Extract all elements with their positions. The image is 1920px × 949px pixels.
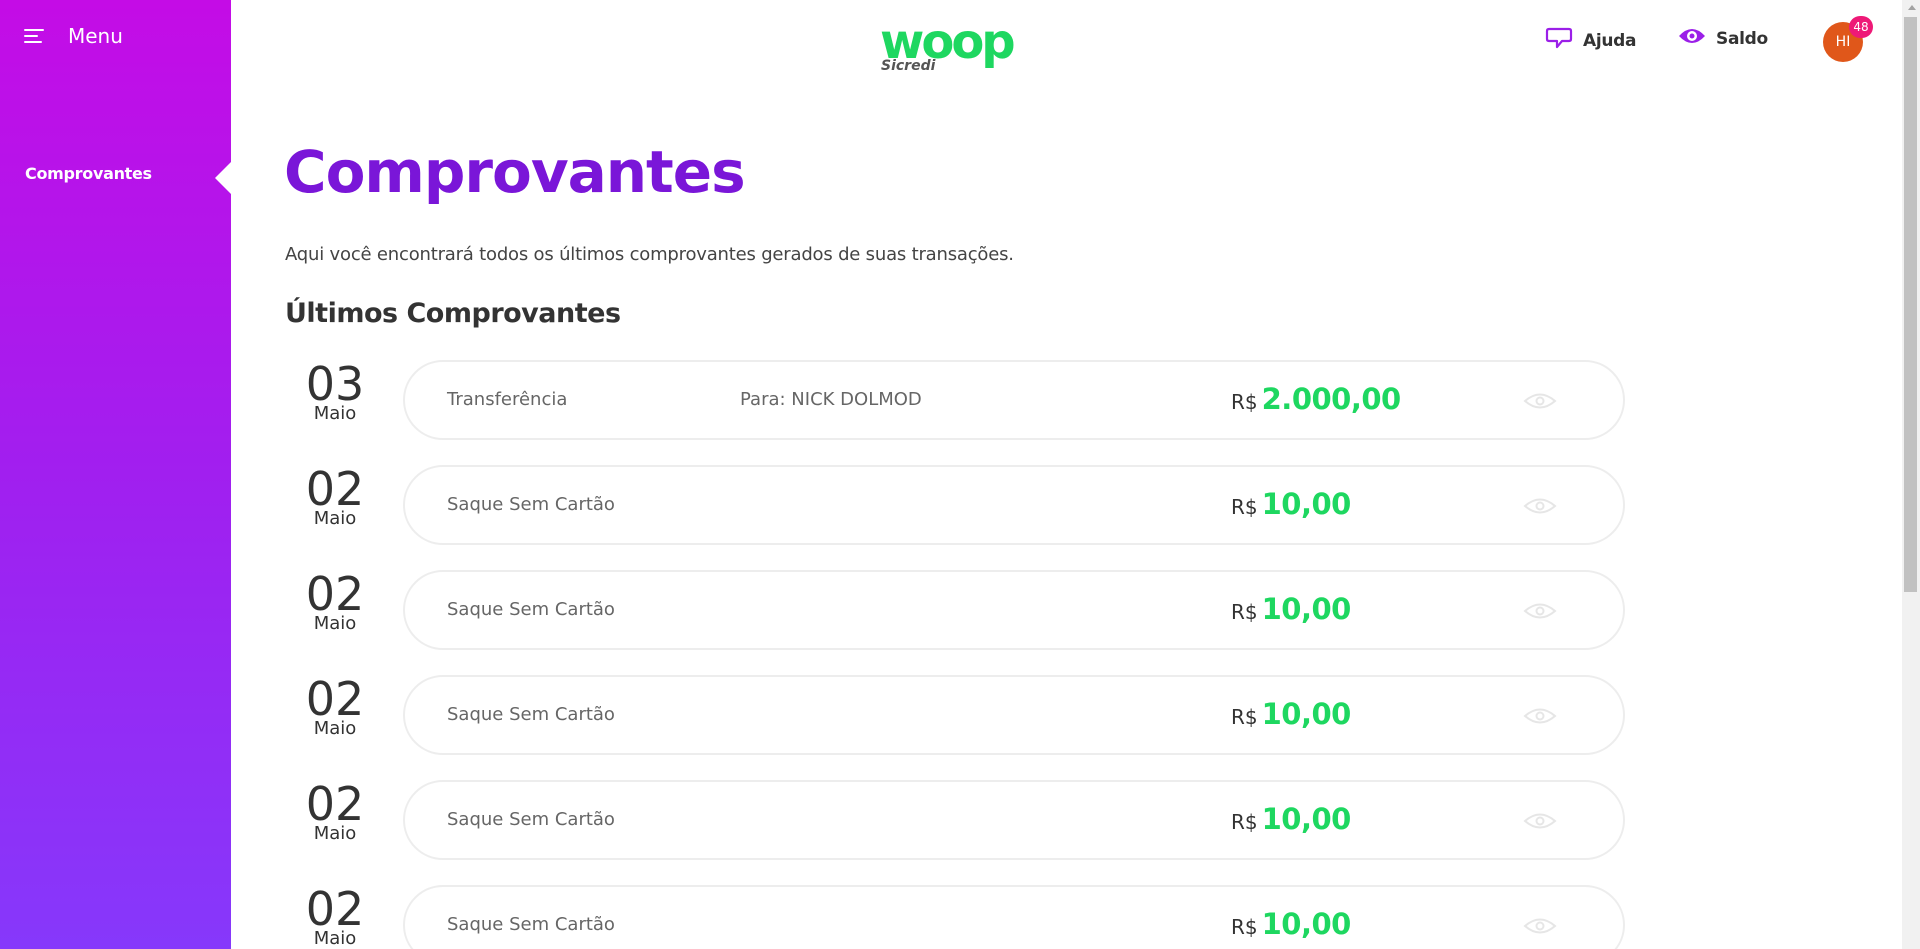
receipt-row: 02 Maio Saque Sem Cartão R$ 10,00 [285, 464, 1625, 545]
receipt-value: 10,00 [1261, 592, 1352, 626]
view-receipt-eye-icon[interactable] [1523, 392, 1557, 410]
receipt-month: Maio [313, 508, 357, 529]
receipt-amount: R$ 2.000,00 [1231, 382, 1401, 416]
receipt-amount: R$ 10,00 [1231, 487, 1351, 521]
view-receipt-eye-icon[interactable] [1523, 707, 1557, 725]
receipt-row: 03 Maio Transferência Para: NICK DOLMOD … [285, 359, 1625, 440]
receipt-card[interactable]: Transferência Para: NICK DOLMOD R$ 2.000,… [403, 360, 1625, 440]
receipt-card[interactable]: Saque Sem Cartão R$ 10,00 [403, 885, 1625, 949]
menu-toggle-button[interactable]: Menu [24, 24, 123, 48]
receipt-amount: R$ 10,00 [1231, 907, 1351, 941]
receipt-amount: R$ 10,00 [1231, 802, 1351, 836]
receipt-month: Maio [313, 823, 357, 844]
receipt-type: Saque Sem Cartão [447, 599, 615, 620]
receipt-date: 02 Maio [285, 674, 385, 738]
receipt-day: 02 [305, 462, 365, 516]
receipt-type: Saque Sem Cartão [447, 494, 615, 515]
receipt-card[interactable]: Saque Sem Cartão R$ 10,00 [403, 675, 1625, 755]
receipt-day: 02 [305, 567, 365, 621]
receipt-row: 02 Maio Saque Sem Cartão R$ 10,00 [285, 779, 1625, 860]
page-description: Aqui você encontrará todos os últimos co… [285, 244, 1014, 265]
receipt-destination: Para: NICK DOLMOD [740, 389, 922, 410]
receipt-date: 03 Maio [285, 359, 385, 423]
receipt-date: 02 Maio [285, 779, 385, 843]
receipt-date: 02 Maio [285, 464, 385, 528]
receipt-row: 02 Maio Saque Sem Cartão R$ 10,00 [285, 569, 1625, 650]
receipt-row: 02 Maio Saque Sem Cartão R$ 10,00 [285, 884, 1625, 949]
view-receipt-eye-icon[interactable] [1523, 602, 1557, 620]
scroll-thumb[interactable] [1904, 17, 1917, 592]
receipt-day: 03 [305, 357, 365, 411]
eye-icon [1678, 26, 1706, 51]
receipt-amount: R$ 10,00 [1231, 697, 1351, 731]
receipt-type: Saque Sem Cartão [447, 809, 615, 830]
receipt-value: 10,00 [1261, 697, 1352, 731]
scrollbar[interactable] [1902, 0, 1920, 949]
logo-subtitle: Sicredi [881, 58, 936, 74]
view-receipt-eye-icon[interactable] [1523, 497, 1557, 515]
balance-label: Saldo [1716, 28, 1768, 49]
hamburger-icon [24, 27, 46, 45]
chat-bubble-icon [1545, 26, 1573, 55]
receipt-currency: R$ [1231, 495, 1258, 519]
sidebar: Menu Comprovantes [0, 0, 231, 949]
receipt-amount: R$ 10,00 [1231, 592, 1351, 626]
receipt-card[interactable]: Saque Sem Cartão R$ 10,00 [403, 465, 1625, 545]
receipt-row: 02 Maio Saque Sem Cartão R$ 10,00 [285, 674, 1625, 755]
receipt-month: Maio [313, 718, 357, 739]
receipt-type: Saque Sem Cartão [447, 914, 615, 935]
receipt-card[interactable]: Saque Sem Cartão R$ 10,00 [403, 780, 1625, 860]
view-receipt-eye-icon[interactable] [1523, 812, 1557, 830]
receipt-date: 02 Maio [285, 884, 385, 948]
receipt-month: Maio [313, 928, 357, 949]
woop-logo[interactable]: woop Sicredi [880, 14, 1020, 74]
help-label: Ajuda [1583, 30, 1637, 51]
scroll-up-arrow-icon[interactable] [1908, 5, 1916, 10]
help-button[interactable]: Ajuda [1545, 26, 1637, 55]
receipt-value: 10,00 [1261, 802, 1352, 836]
receipt-day: 02 [305, 672, 365, 726]
view-receipt-eye-icon[interactable] [1523, 917, 1557, 935]
receipt-currency: R$ [1231, 810, 1258, 834]
receipt-currency: R$ [1231, 600, 1258, 624]
sidebar-item-comprovantes[interactable]: Comprovantes [25, 164, 152, 183]
receipt-card[interactable]: Saque Sem Cartão R$ 10,00 [403, 570, 1625, 650]
receipt-currency: R$ [1231, 705, 1258, 729]
notification-badge: 48 [1849, 16, 1873, 38]
receipt-value: 10,00 [1261, 487, 1352, 521]
receipt-month: Maio [313, 403, 357, 424]
receipt-currency: R$ [1231, 915, 1258, 939]
balance-toggle-button[interactable]: Saldo [1678, 26, 1768, 51]
page-title: Comprovantes [284, 138, 746, 206]
receipt-value: 2.000,00 [1261, 382, 1402, 416]
receipt-type: Transferência [447, 389, 568, 410]
receipt-date: 02 Maio [285, 569, 385, 633]
section-title: Últimos Comprovantes [285, 298, 621, 329]
active-indicator [215, 162, 231, 194]
menu-label: Menu [68, 24, 123, 48]
receipt-value: 10,00 [1261, 907, 1352, 941]
receipt-month: Maio [313, 613, 357, 634]
receipt-currency: R$ [1231, 390, 1258, 414]
receipt-day: 02 [305, 777, 365, 831]
receipt-day: 02 [305, 884, 365, 936]
receipt-type: Saque Sem Cartão [447, 704, 615, 725]
